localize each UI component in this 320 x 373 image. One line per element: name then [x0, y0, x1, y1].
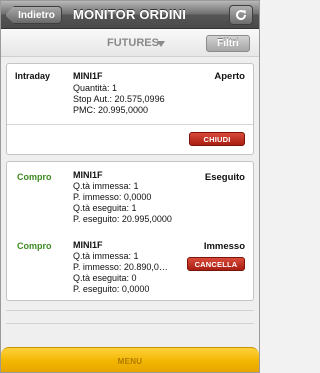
separator	[6, 310, 254, 311]
order-type: Compro	[17, 172, 52, 182]
order-detail: Q.tà immessa: 1	[73, 181, 139, 191]
order-type: Intraday	[15, 71, 51, 81]
order-type: Compro	[17, 241, 52, 251]
order-detail: P. eseguito: 20.995,0000	[73, 214, 172, 224]
order-instrument: MINI1F	[73, 240, 103, 250]
app-frame: Indietro MONITOR ORDINI FUTURES Filtri I…	[0, 0, 260, 373]
filter-bar: FUTURES Filtri	[1, 29, 259, 57]
order-detail: Q.tà eseguita: 0	[73, 273, 137, 283]
separator	[6, 323, 254, 324]
order-status: Aperto	[214, 71, 245, 82]
close-order-button[interactable]: CHIUDI	[189, 132, 245, 146]
order-detail: P. immesso: 0,0000	[73, 192, 152, 202]
order-detail: Stop Aut.: 20.575,0996	[73, 94, 165, 104]
order-detail: Q.tà immessa: 1	[73, 251, 139, 261]
order-instrument: MINI1F	[73, 170, 103, 180]
back-button-label: Indietro	[18, 9, 55, 21]
refresh-icon	[236, 10, 246, 20]
order-detail: P. eseguito: 0,0000	[73, 284, 150, 294]
filter-button[interactable]: Filtri	[206, 35, 250, 52]
order-status: Immesso	[203, 241, 245, 252]
menu-label: MENU	[117, 357, 143, 366]
filter-button-label: Filtri	[217, 38, 239, 49]
chevron-down-icon[interactable]	[157, 41, 165, 47]
order-card: Intraday MINI1F Quantità: 1 Stop Aut.: 2…	[6, 63, 254, 155]
back-button[interactable]: Indietro	[5, 6, 62, 24]
card-divider	[7, 124, 253, 125]
page-title: MONITOR ORDINI	[73, 7, 187, 22]
market-selector[interactable]: FUTURES	[107, 37, 159, 49]
close-order-label: CHIUDI	[203, 134, 231, 144]
order-detail: PMC: 20.995,0000	[73, 105, 149, 115]
order-detail: Quantità: 1	[73, 83, 118, 93]
refresh-button[interactable]	[229, 5, 253, 25]
order-status: Eseguito	[204, 172, 245, 183]
cancel-order-label: CANCELLA	[194, 259, 238, 269]
menu-bar[interactable]: MENU	[1, 347, 259, 372]
order-instrument: MINI1F	[73, 71, 103, 81]
header-bar: Indietro MONITOR ORDINI	[1, 1, 259, 29]
order-detail: Q.tà eseguita: 1	[73, 203, 137, 213]
order-card: Compro MINI1F Q.tà immessa: 1 P. immesso…	[6, 161, 254, 301]
cancel-order-button[interactable]: CANCELLA	[187, 257, 245, 271]
order-detail: P. immesso: 20.890,0…	[73, 262, 168, 272]
